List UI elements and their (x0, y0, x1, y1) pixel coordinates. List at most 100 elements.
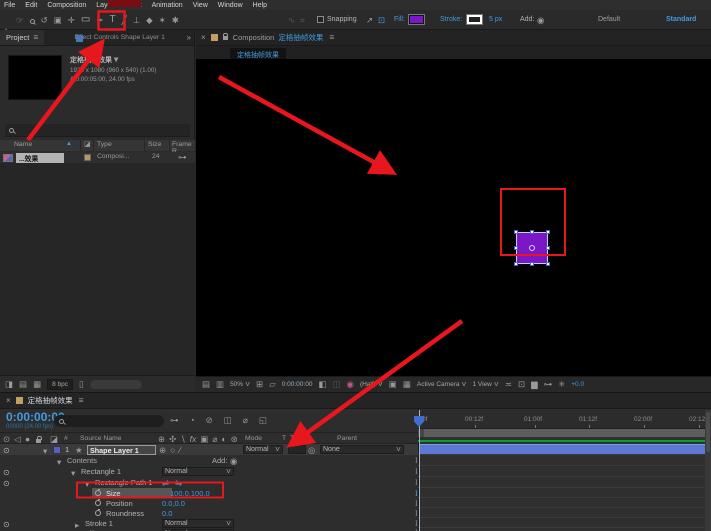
close-tab-icon[interactable]: × (201, 33, 206, 42)
magnification-dropdown[interactable]: 50% ˅ (230, 380, 250, 389)
column-size[interactable]: Size (148, 141, 161, 148)
rectangle-tool-icon[interactable]: ▭ (81, 15, 90, 25)
camera-tool-icon[interactable]: ▣ (54, 16, 62, 25)
trkmat-dropdown[interactable] (288, 445, 306, 454)
new-folder-icon[interactable]: ▤ (19, 380, 27, 389)
exposure-value[interactable]: +0.0 (571, 381, 584, 388)
selection-handle[interactable] (546, 262, 550, 266)
selection-handle[interactable] (530, 262, 534, 266)
grid-options-icon[interactable]: ⊞ (256, 380, 263, 389)
stroke-label[interactable]: Stroke: (440, 16, 462, 23)
graph-editor-icon[interactable]: ◱ (259, 416, 267, 425)
anchor-point[interactable] (529, 245, 535, 251)
menu-layer[interactable]: Layer (96, 2, 114, 9)
menu-effect[interactable]: Effect (124, 2, 142, 9)
scrollbar-thumb[interactable] (706, 412, 710, 452)
pixel-aspect-icon[interactable]: ▆ (531, 380, 538, 389)
stroke-1-blend-dropdown[interactable]: Normal ˅ (162, 519, 234, 528)
item-flowchart-icon[interactable]: ⊶ (178, 153, 187, 162)
menu-help[interactable]: Help (253, 2, 267, 9)
composition-panel-menu-icon[interactable]: ≡ (329, 33, 334, 42)
t-column[interactable]: T (282, 435, 286, 442)
share-view-icon[interactable]: ≍ (505, 380, 512, 389)
comp-mini-flowchart-icon[interactable]: ⊶ (170, 416, 179, 425)
frame-blending-icon[interactable]: ◫ (224, 416, 232, 425)
guides-icon[interactable]: ▱ (269, 380, 276, 389)
always-preview-icon[interactable]: ▤ (202, 380, 210, 389)
brush-tool-icon[interactable]: ╱ (122, 16, 127, 25)
item-label-swatch[interactable] (84, 154, 91, 161)
selection-handle[interactable] (514, 230, 518, 234)
exposure-gear-icon[interactable]: ✳ (558, 380, 565, 389)
layer-row-shape-layer-1[interactable]: ⊙ ▾ 1 ★ Shape Layer 1 ⊕ ○ ∕ Normal ˅ ◎ N… (0, 444, 418, 455)
selection-handle[interactable] (530, 230, 534, 234)
selection-handle[interactable] (514, 246, 518, 250)
stopwatch-icon[interactable] (95, 500, 101, 506)
add-shape-icon[interactable]: ◉ (537, 16, 544, 25)
group-row-rectangle-1[interactable]: ⊙ ▾ Rectangle 1 Normal ˅ (0, 466, 418, 477)
zoom-tool-icon[interactable] (30, 11, 35, 29)
time-ruler[interactable]: 0f 00:12f 01:00f 01:12f 02:00f 02:12f (418, 410, 711, 429)
tab-project[interactable]: Project ≡ (0, 30, 44, 45)
rotate-tool-icon[interactable]: ↺ (41, 16, 48, 25)
group-row-contents[interactable]: ▾ Contents Add: ◉ (0, 455, 418, 466)
group-row-rectangle-path-1[interactable]: ⊙ ▾ Rectangle Path 1 ⇄ ⇆ (0, 477, 418, 488)
stopwatch-icon[interactable] (95, 510, 101, 516)
snap-options-icon[interactable]: ↗ (366, 16, 373, 25)
tab-effect-controls[interactable]: Effect Controls Shape Layer 1 (74, 34, 165, 41)
sort-arrow-icon[interactable]: ▲ (66, 141, 72, 147)
workspace-standard-button[interactable]: Standard (666, 16, 696, 23)
timeline-scrollbar[interactable] (705, 410, 711, 531)
viewer-timecode[interactable]: 0:00:00:00 (282, 381, 313, 388)
resolution-dropdown[interactable]: (Half) ˅ (360, 380, 383, 389)
eraser-tool-icon[interactable]: ◆ (146, 16, 153, 25)
menu-animation[interactable]: Animation (152, 2, 183, 9)
interpret-footage-icon[interactable]: ◨ (5, 380, 13, 389)
text-tool-icon[interactable]: T (109, 15, 115, 25)
region-of-interest-icon[interactable]: ▣ (389, 380, 397, 389)
menu-composition[interactable]: Composition (47, 2, 86, 9)
close-tab-icon[interactable]: × (6, 396, 11, 405)
selection-handle[interactable] (546, 230, 550, 234)
panel-resize-pill[interactable] (90, 380, 142, 389)
puppet-tool-icon[interactable]: ✱ (172, 16, 179, 25)
composition-tab-name[interactable]: 定格抽帧效果 (278, 32, 323, 43)
fill-label[interactable]: Fill: (394, 16, 405, 23)
snap-expand-icon[interactable]: ⊡ (378, 16, 385, 25)
motion-blur-icon[interactable]: ⌀ (243, 416, 248, 425)
comp-info-caret-icon[interactable]: ▾ (114, 55, 118, 64)
roto-brush-tool-icon[interactable]: ✶ (159, 16, 166, 25)
lock-icon[interactable] (223, 36, 228, 40)
project-item-name[interactable]: ...效果 (16, 153, 64, 163)
trash-icon[interactable]: ▯ (79, 380, 84, 389)
label-column-icon[interactable]: ◪ (84, 141, 91, 148)
mode-column[interactable]: Mode (245, 435, 262, 442)
timeline-tab-name[interactable]: 定格抽帧效果 (28, 395, 73, 406)
bit-depth-button[interactable]: 8 bpc (47, 379, 73, 390)
parent-dropdown[interactable]: None ˅ (320, 445, 404, 454)
flowchart-icon[interactable]: ⊶ (544, 380, 553, 389)
selection-handle[interactable] (514, 262, 518, 266)
timeline-panel-menu-icon[interactable]: ≡ (79, 396, 84, 405)
source-name-column[interactable]: Source Name (80, 435, 122, 442)
project-item-row[interactable]: ...效果 Composi... 24 ⊶ (0, 152, 195, 163)
selection-handle[interactable] (546, 246, 550, 250)
stamp-tool-icon[interactable]: ⊥ (133, 16, 140, 25)
selection-tool-icon[interactable] (2, 11, 10, 29)
menu-edit[interactable]: Edit (25, 2, 37, 9)
show-channels-icon[interactable]: ◉ (347, 380, 354, 389)
stroke-color-swatch[interactable] (467, 15, 482, 24)
rectangle-1-blend-dropdown[interactable]: Normal ˅ (162, 467, 234, 476)
menu-window[interactable]: Window (218, 2, 243, 9)
panel-menu-icon[interactable]: ≡ (33, 33, 38, 42)
trkmat-column[interactable]: TrkMat (290, 435, 311, 442)
transparency-grid-icon[interactable]: ▦ (403, 380, 411, 389)
stroke-width-value[interactable]: 5 px (489, 16, 502, 23)
draft3d-icon[interactable]: ◔ (190, 416, 195, 425)
work-area-bar[interactable] (418, 429, 711, 437)
snapping-checkbox[interactable] (317, 16, 324, 23)
pan-behind-tool-icon[interactable]: ✛ (68, 16, 75, 25)
main-monitor-icon[interactable]: ▥ (216, 380, 224, 389)
project-search-input[interactable] (5, 124, 190, 137)
view-layout-dropdown[interactable]: 1 View ˅ (472, 380, 498, 389)
